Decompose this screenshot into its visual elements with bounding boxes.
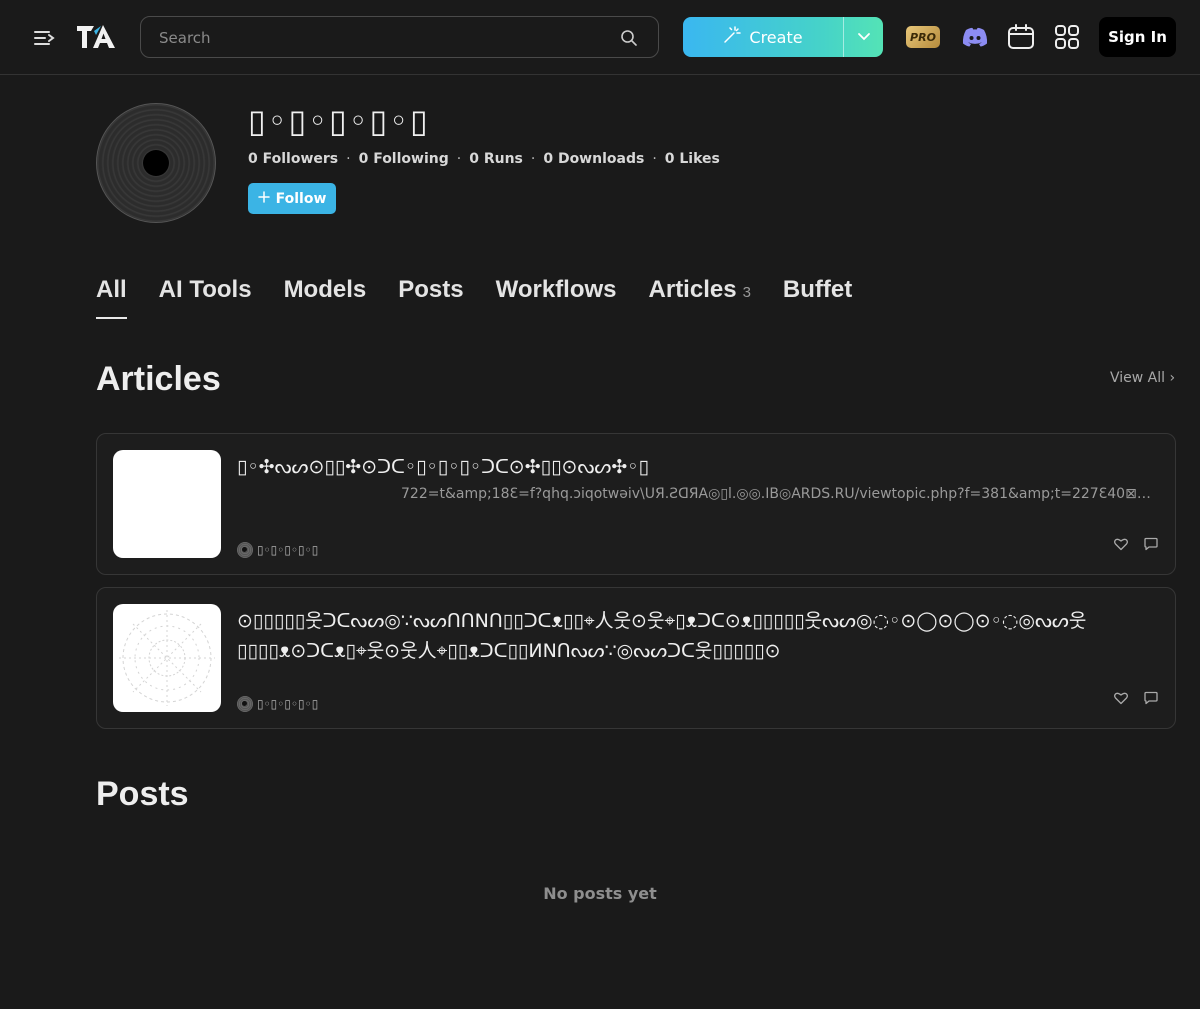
create-dropdown-button[interactable] bbox=[843, 17, 883, 57]
article-thumbnail[interactable] bbox=[113, 450, 221, 558]
pro-badge[interactable]: PRO bbox=[906, 26, 940, 48]
tab-articles[interactable]: Articles 3 bbox=[649, 276, 751, 304]
calendar-icon[interactable] bbox=[1006, 22, 1036, 52]
article-card[interactable]: ⊙▯▯▯▯▯웃ᑐᑕᔓᔕ◎∵ᔓᔕᑎᑎNᑎ▯▯ᑐᑕᴥ▯▯⌖人웃⊙웃⌖▯ᴥᑐᑕ⊙ᴥ▯▯… bbox=[96, 587, 1176, 729]
create-label: Create bbox=[749, 27, 803, 47]
posts-empty-state: No posts yet bbox=[543, 884, 657, 903]
sign-in-button[interactable]: Sign In bbox=[1099, 17, 1176, 57]
profile-tabs: All AI Tools Models Posts Workflows Arti… bbox=[96, 276, 852, 319]
tab-label: Buffet bbox=[782, 276, 853, 303]
tab-label: Articles bbox=[648, 276, 737, 303]
articles-section-title: Articles bbox=[96, 360, 221, 398]
apps-grid-icon[interactable] bbox=[1052, 22, 1082, 52]
heart-icon[interactable] bbox=[1113, 536, 1129, 556]
author-avatar bbox=[237, 696, 253, 712]
tab-label: Workflows bbox=[495, 276, 617, 303]
tab-models[interactable]: Models bbox=[284, 276, 367, 304]
profile-stats: 0 Followers · 0 Following · 0 Runs · 0 D… bbox=[248, 151, 720, 167]
search-input[interactable] bbox=[159, 27, 599, 49]
profile-avatar bbox=[96, 103, 216, 223]
tab-workflows[interactable]: Workflows bbox=[496, 276, 617, 304]
create-button-group: Create bbox=[683, 17, 883, 57]
article-author[interactable]: ▯◦▯◦▯◦▯◦▯ bbox=[237, 542, 318, 558]
create-button[interactable]: Create bbox=[683, 17, 843, 57]
tab-ai-tools[interactable]: AI Tools bbox=[159, 276, 252, 304]
author-avatar bbox=[237, 542, 253, 558]
menu-toggle-icon[interactable] bbox=[32, 26, 56, 50]
stats-separator: · bbox=[652, 151, 657, 167]
tab-label: Models bbox=[283, 276, 367, 303]
tab-label: Posts bbox=[398, 276, 464, 303]
author-name: ▯◦▯◦▯◦▯◦▯ bbox=[257, 543, 319, 557]
chevron-down-icon bbox=[857, 28, 871, 47]
discord-icon[interactable] bbox=[960, 22, 990, 52]
posts-section-title: Posts bbox=[96, 775, 189, 813]
likes-count: 0 Likes bbox=[664, 151, 720, 167]
followers-count[interactable]: 0 Followers bbox=[248, 151, 338, 167]
comment-icon[interactable] bbox=[1143, 690, 1159, 710]
search-box bbox=[140, 16, 659, 58]
heart-icon[interactable] bbox=[1113, 690, 1129, 710]
article-title[interactable]: ⊙▯▯▯▯▯웃ᑐᑕᔓᔕ◎∵ᔓᔕᑎᑎNᑎ▯▯ᑐᑕᴥ▯▯⌖人웃⊙웃⌖▯ᴥᑐᑕ⊙ᴥ▯▯… bbox=[237, 606, 1157, 666]
article-thumbnail[interactable] bbox=[113, 604, 221, 712]
stats-separator: · bbox=[456, 151, 462, 167]
tab-label: All bbox=[96, 276, 127, 303]
search-icon[interactable] bbox=[620, 29, 638, 47]
author-name: ▯◦▯◦▯◦▯◦▯ bbox=[257, 697, 319, 711]
downloads-count: 0 Downloads bbox=[543, 151, 645, 167]
stats-separator: · bbox=[346, 151, 351, 167]
article-actions bbox=[1113, 690, 1159, 710]
following-count[interactable]: 0 Following bbox=[359, 151, 449, 167]
article-author[interactable]: ▯◦▯◦▯◦▯◦▯ bbox=[237, 696, 318, 712]
plus-icon bbox=[257, 190, 270, 207]
view-all-link[interactable]: View All › bbox=[1110, 370, 1175, 386]
comment-icon[interactable] bbox=[1143, 536, 1159, 556]
top-bar: Create PRO Sign In bbox=[0, 0, 1200, 75]
tab-posts[interactable]: Posts bbox=[398, 276, 463, 304]
tab-label: AI Tools bbox=[158, 276, 252, 303]
runs-count: 0 Runs bbox=[469, 151, 523, 167]
tab-all[interactable]: All bbox=[96, 276, 127, 319]
tab-buffet[interactable]: Buffet bbox=[783, 276, 852, 304]
article-card[interactable]: ▯◦✣ᔓᔕ⊙▯▯✣⊙ᑐᑕ◦▯◦▯◦▯◦ᑐᑕ⊙✣▯▯⊙ᔓᔕ✣◦▯ 722=t&am… bbox=[96, 433, 1176, 575]
magic-wand-icon bbox=[723, 26, 742, 48]
tab-count-badge: 3 bbox=[742, 284, 751, 301]
article-title[interactable]: ▯◦✣ᔓᔕ⊙▯▯✣⊙ᑐᑕ◦▯◦▯◦▯◦ᑐᑕ⊙✣▯▯⊙ᔓᔕ✣◦▯ bbox=[237, 452, 1157, 482]
follow-label: Follow bbox=[275, 190, 327, 207]
article-url: 722=t&amp;18Ɛ=f?qhq.ɔiqotwəiv\UЯ.ƧᗡЯA◎▯l… bbox=[401, 486, 1157, 502]
follow-button[interactable]: Follow bbox=[248, 183, 336, 214]
article-actions bbox=[1113, 536, 1159, 556]
stats-separator: · bbox=[530, 151, 536, 167]
profile-name: ▯◦▯◦▯◦▯◦▯ bbox=[248, 102, 430, 140]
site-logo[interactable] bbox=[76, 22, 118, 52]
